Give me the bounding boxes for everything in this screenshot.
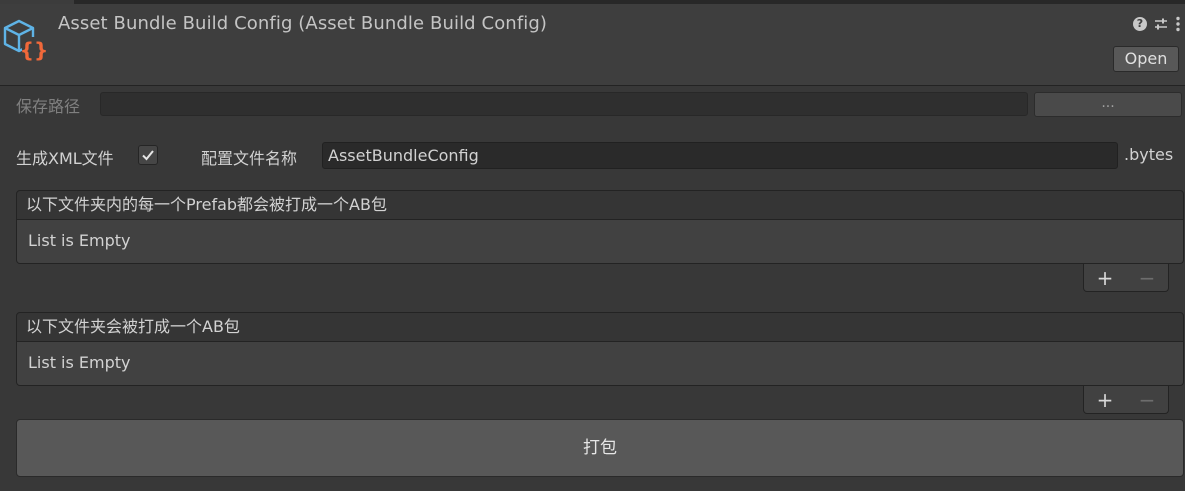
browse-button[interactable]: ... — [1034, 92, 1182, 117]
list-footer: + − — [1083, 264, 1169, 292]
svg-text:{}: {} — [20, 38, 48, 62]
inspector-header: {} Asset Bundle Build Config (Asset Bund… — [0, 4, 1185, 86]
help-icon[interactable]: ? — [1133, 17, 1147, 31]
list-header[interactable]: 以下文件夹内的每一个Prefab都会被打成一个AB包 — [16, 190, 1184, 220]
config-name-label: 配置文件名称 — [201, 149, 298, 168]
list-header[interactable]: 以下文件夹会被打成一个AB包 — [16, 312, 1184, 342]
generate-xml-checkbox[interactable] — [138, 145, 158, 165]
add-item-button[interactable]: + — [1097, 268, 1114, 288]
folder-list: 以下文件夹会被打成一个AB包 List is Empty — [16, 312, 1184, 386]
open-button[interactable]: Open — [1113, 46, 1179, 72]
add-item-button[interactable]: + — [1097, 390, 1114, 410]
remove-item-button[interactable]: − — [1139, 268, 1156, 288]
asset-icon: {} — [2, 17, 48, 63]
save-path-label: 保存路径 — [16, 97, 81, 116]
config-name-input[interactable]: AssetBundleConfig — [322, 142, 1118, 169]
kebab-menu-icon[interactable] — [1175, 16, 1181, 32]
prefab-folder-list: 以下文件夹内的每一个Prefab都会被打成一个AB包 List is Empty — [16, 190, 1184, 264]
remove-item-button[interactable]: − — [1139, 390, 1156, 410]
sliders-icon[interactable] — [1154, 17, 1168, 31]
generate-xml-label: 生成XML文件 — [16, 149, 114, 168]
list-footer: + − — [1083, 386, 1169, 414]
config-suffix-label: .bytes — [1124, 145, 1174, 164]
inspector-title: Asset Bundle Build Config (Asset Bundle … — [58, 13, 548, 34]
list-empty-text: List is Empty — [16, 220, 1184, 264]
build-button[interactable]: 打包 — [16, 419, 1184, 477]
checkmark-icon — [142, 150, 154, 161]
save-path-field — [100, 92, 1028, 116]
list-empty-text: List is Empty — [16, 342, 1184, 386]
